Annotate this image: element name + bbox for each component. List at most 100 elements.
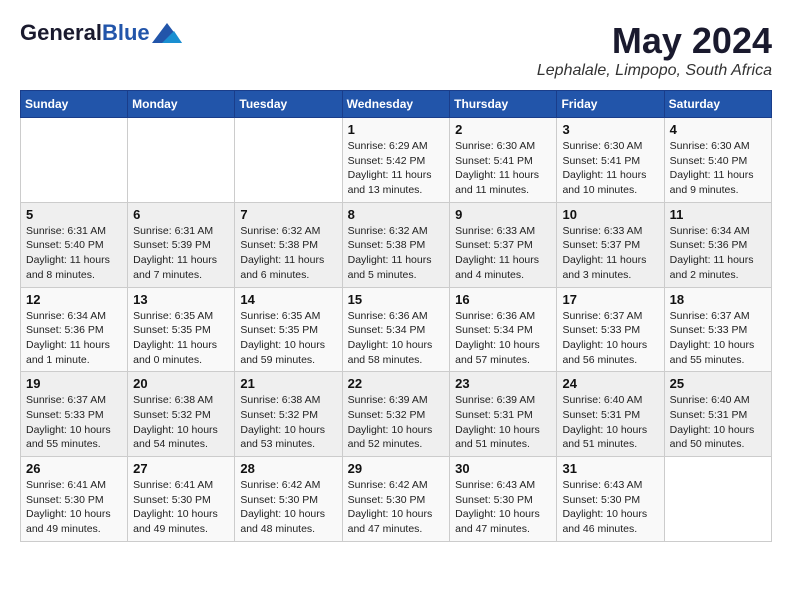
- day-cell: 1Sunrise: 6:29 AMSunset: 5:42 PMDaylight…: [342, 118, 450, 203]
- day-cell: 14 Sunrise: 6:35 AMSunset: 5:35 PMDayligh…: [235, 287, 342, 372]
- day-cell: 2 Sunrise: 6:30 AMSunset: 5:41 PMDaylight…: [450, 118, 557, 203]
- day-info: Sunrise: 6:40 AMSunset: 5:31 PMDaylight:…: [670, 393, 766, 452]
- header-friday: Friday: [557, 91, 664, 118]
- day-cell: 26 Sunrise: 6:41 AMSunset: 5:30 PMDayligh…: [21, 457, 128, 542]
- day-cell: 27Sunrise: 6:41 AMSunset: 5:30 PMDayligh…: [128, 457, 235, 542]
- week-row-2: 12 Sunrise: 6:34 AMSunset: 5:36 PMDayligh…: [21, 287, 772, 372]
- day-info: Sunrise: 6:33 AMSunset: 5:37 PMDaylight:…: [455, 224, 551, 283]
- day-cell: 19 Sunrise: 6:37 AMSunset: 5:33 PMDayligh…: [21, 372, 128, 457]
- day-number: 23: [455, 376, 551, 391]
- day-cell: 4 Sunrise: 6:30 AMSunset: 5:40 PMDaylight…: [664, 118, 771, 203]
- day-info: Sunrise: 6:43 AMSunset: 5:30 PMDaylight:…: [562, 478, 658, 537]
- day-number: 2: [455, 122, 551, 137]
- day-number: 19: [26, 376, 122, 391]
- day-cell: 21Sunrise: 6:38 AMSunset: 5:32 PMDayligh…: [235, 372, 342, 457]
- day-info: Sunrise: 6:37 AMSunset: 5:33 PMDaylight:…: [26, 393, 122, 452]
- day-info: Sunrise: 6:42 AMSunset: 5:30 PMDaylight:…: [240, 478, 336, 537]
- header-saturday: Saturday: [664, 91, 771, 118]
- day-info: Sunrise: 6:33 AMSunset: 5:37 PMDaylight:…: [562, 224, 658, 283]
- day-cell: 3 Sunrise: 6:30 AMSunset: 5:41 PMDaylight…: [557, 118, 664, 203]
- day-number: 30: [455, 461, 551, 476]
- day-cell: 25 Sunrise: 6:40 AMSunset: 5:31 PMDayligh…: [664, 372, 771, 457]
- header-thursday: Thursday: [450, 91, 557, 118]
- week-row-1: 5Sunrise: 6:31 AMSunset: 5:40 PMDaylight…: [21, 202, 772, 287]
- day-cell: 22 Sunrise: 6:39 AMSunset: 5:32 PMDayligh…: [342, 372, 450, 457]
- day-cell: [128, 118, 235, 203]
- day-info: Sunrise: 6:32 AMSunset: 5:38 PMDaylight:…: [240, 224, 336, 283]
- day-cell: 15 Sunrise: 6:36 AMSunset: 5:34 PMDayligh…: [342, 287, 450, 372]
- title-area: May 2024 Lephalale, Limpopo, South Afric…: [537, 20, 772, 80]
- day-number: 12: [26, 292, 122, 307]
- day-number: 22: [348, 376, 445, 391]
- day-info: Sunrise: 6:29 AMSunset: 5:42 PMDaylight:…: [348, 139, 445, 198]
- day-number: 25: [670, 376, 766, 391]
- day-number: 10: [562, 207, 658, 222]
- day-number: 17: [562, 292, 658, 307]
- location-title: Lephalale, Limpopo, South Africa: [537, 62, 772, 80]
- day-number: 6: [133, 207, 229, 222]
- week-row-3: 19 Sunrise: 6:37 AMSunset: 5:33 PMDayligh…: [21, 372, 772, 457]
- day-number: 11: [670, 207, 766, 222]
- day-cell: 5Sunrise: 6:31 AMSunset: 5:40 PMDaylight…: [21, 202, 128, 287]
- day-cell: 23 Sunrise: 6:39 AMSunset: 5:31 PMDayligh…: [450, 372, 557, 457]
- header-sunday: Sunday: [21, 91, 128, 118]
- day-info: Sunrise: 6:36 AMSunset: 5:34 PMDaylight:…: [348, 309, 445, 368]
- day-info: Sunrise: 6:30 AMSunset: 5:41 PMDaylight:…: [455, 139, 551, 198]
- day-cell: 13Sunrise: 6:35 AMSunset: 5:35 PMDayligh…: [128, 287, 235, 372]
- day-number: 7: [240, 207, 336, 222]
- day-info: Sunrise: 6:38 AMSunset: 5:32 PMDaylight:…: [133, 393, 229, 452]
- day-cell: 6Sunrise: 6:31 AMSunset: 5:39 PMDaylight…: [128, 202, 235, 287]
- header-monday: Monday: [128, 91, 235, 118]
- day-cell: 8 Sunrise: 6:32 AMSunset: 5:38 PMDaylight…: [342, 202, 450, 287]
- day-number: 8: [348, 207, 445, 222]
- calendar-header-row: SundayMondayTuesdayWednesdayThursdayFrid…: [21, 91, 772, 118]
- day-cell: 12 Sunrise: 6:34 AMSunset: 5:36 PMDayligh…: [21, 287, 128, 372]
- day-cell: 10 Sunrise: 6:33 AMSunset: 5:37 PMDayligh…: [557, 202, 664, 287]
- header-wednesday: Wednesday: [342, 91, 450, 118]
- day-number: 4: [670, 122, 766, 137]
- day-cell: 18Sunrise: 6:37 AMSunset: 5:33 PMDayligh…: [664, 287, 771, 372]
- day-cell: 11 Sunrise: 6:34 AMSunset: 5:36 PMDayligh…: [664, 202, 771, 287]
- day-info: Sunrise: 6:32 AMSunset: 5:38 PMDaylight:…: [348, 224, 445, 283]
- day-number: 15: [348, 292, 445, 307]
- day-info: Sunrise: 6:40 AMSunset: 5:31 PMDaylight:…: [562, 393, 658, 452]
- day-cell: 24Sunrise: 6:40 AMSunset: 5:31 PMDayligh…: [557, 372, 664, 457]
- day-cell: 16 Sunrise: 6:36 AMSunset: 5:34 PMDayligh…: [450, 287, 557, 372]
- day-info: Sunrise: 6:35 AMSunset: 5:35 PMDaylight:…: [240, 309, 336, 368]
- week-row-0: 1Sunrise: 6:29 AMSunset: 5:42 PMDaylight…: [21, 118, 772, 203]
- day-number: 16: [455, 292, 551, 307]
- logo-general: General: [20, 20, 102, 45]
- day-number: 3: [562, 122, 658, 137]
- day-info: Sunrise: 6:31 AMSunset: 5:40 PMDaylight:…: [26, 224, 122, 283]
- day-cell: 29 Sunrise: 6:42 AMSunset: 5:30 PMDayligh…: [342, 457, 450, 542]
- logo-icon: [152, 23, 182, 43]
- day-info: Sunrise: 6:42 AMSunset: 5:30 PMDaylight:…: [348, 478, 445, 537]
- day-cell: [21, 118, 128, 203]
- day-cell: 31Sunrise: 6:43 AMSunset: 5:30 PMDayligh…: [557, 457, 664, 542]
- day-info: Sunrise: 6:30 AMSunset: 5:41 PMDaylight:…: [562, 139, 658, 198]
- day-info: Sunrise: 6:41 AMSunset: 5:30 PMDaylight:…: [26, 478, 122, 537]
- day-cell: 20Sunrise: 6:38 AMSunset: 5:32 PMDayligh…: [128, 372, 235, 457]
- logo-blue: Blue: [102, 20, 150, 45]
- day-number: 29: [348, 461, 445, 476]
- day-info: Sunrise: 6:30 AMSunset: 5:40 PMDaylight:…: [670, 139, 766, 198]
- day-cell: 17Sunrise: 6:37 AMSunset: 5:33 PMDayligh…: [557, 287, 664, 372]
- logo: GeneralBlue: [20, 20, 182, 46]
- day-cell: [235, 118, 342, 203]
- day-cell: [664, 457, 771, 542]
- week-row-4: 26 Sunrise: 6:41 AMSunset: 5:30 PMDayligh…: [21, 457, 772, 542]
- calendar: SundayMondayTuesdayWednesdayThursdayFrid…: [20, 90, 772, 542]
- month-title: May 2024: [537, 20, 772, 62]
- day-info: Sunrise: 6:39 AMSunset: 5:31 PMDaylight:…: [455, 393, 551, 452]
- day-cell: 9Sunrise: 6:33 AMSunset: 5:37 PMDaylight…: [450, 202, 557, 287]
- day-info: Sunrise: 6:38 AMSunset: 5:32 PMDaylight:…: [240, 393, 336, 452]
- day-info: Sunrise: 6:36 AMSunset: 5:34 PMDaylight:…: [455, 309, 551, 368]
- day-info: Sunrise: 6:43 AMSunset: 5:30 PMDaylight:…: [455, 478, 551, 537]
- day-number: 26: [26, 461, 122, 476]
- day-info: Sunrise: 6:37 AMSunset: 5:33 PMDaylight:…: [670, 309, 766, 368]
- day-info: Sunrise: 6:39 AMSunset: 5:32 PMDaylight:…: [348, 393, 445, 452]
- day-info: Sunrise: 6:34 AMSunset: 5:36 PMDaylight:…: [26, 309, 122, 368]
- day-number: 28: [240, 461, 336, 476]
- day-number: 14: [240, 292, 336, 307]
- day-info: Sunrise: 6:34 AMSunset: 5:36 PMDaylight:…: [670, 224, 766, 283]
